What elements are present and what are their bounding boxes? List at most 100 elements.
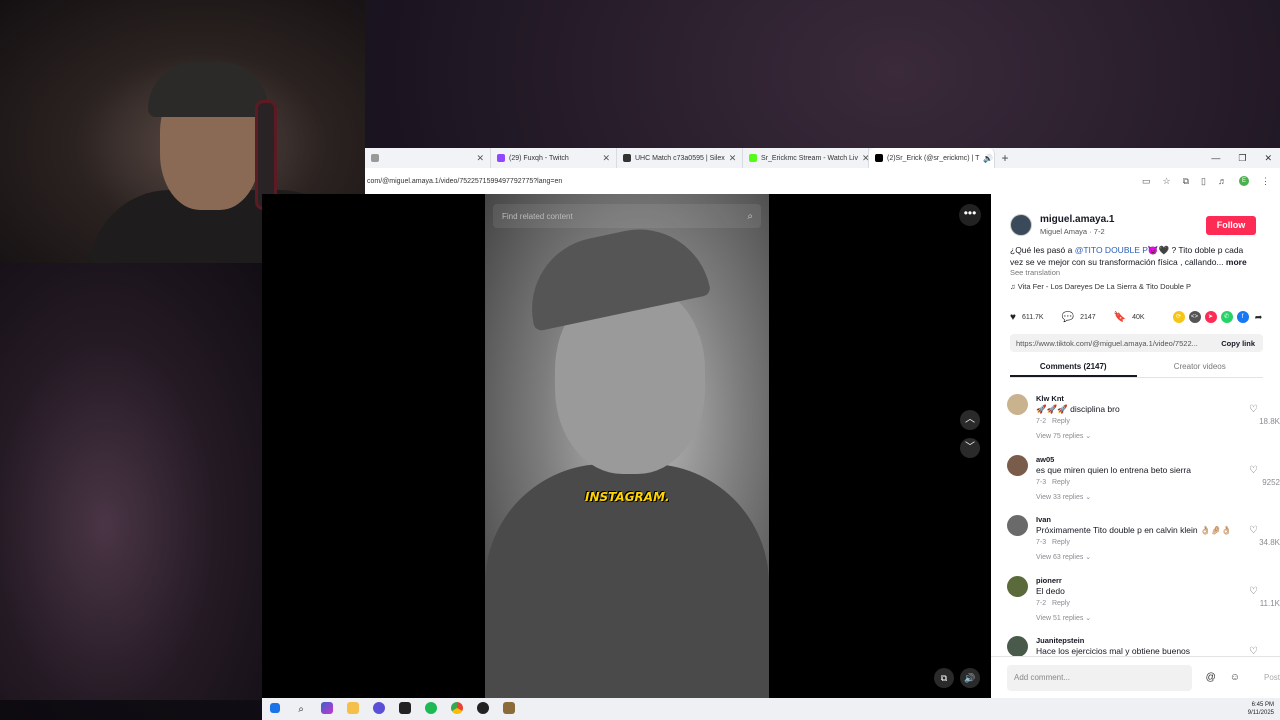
search-icon[interactable]: ⌕ [747, 211, 753, 222]
comment-like-count: 11.1K [1259, 599, 1280, 608]
reply-button[interactable]: Reply [1052, 600, 1070, 607]
comment-meta: 7-2 Reply [1036, 418, 1070, 425]
reply-button[interactable]: Reply [1052, 479, 1070, 486]
author-avatar[interactable] [1010, 214, 1032, 236]
close-tab-icon[interactable]: ✕ [602, 153, 610, 164]
close-tab-icon[interactable]: ✕ [729, 153, 737, 164]
whatsapp-icon[interactable]: ✆ [1220, 311, 1233, 323]
post-link-box: https://www.tiktok.com/@miguel.amaya.1/v… [1010, 334, 1263, 352]
related-search-box[interactable]: Find related content ⌕ [493, 204, 761, 228]
browser-tab[interactable]: UHC Match c73a0595 | Silex ✕ [617, 148, 743, 168]
video-caption: INSTAGRAM. [585, 490, 670, 504]
video-player[interactable]: Find related content ⌕ INSTAGRAM. ••• ︿ … [262, 194, 991, 698]
comment-date: 7-2 [1036, 600, 1047, 607]
comment-like-icon[interactable]: ♡ [1249, 586, 1258, 597]
bookmark-icon[interactable]: 🔖 [1114, 312, 1126, 323]
close-window-icon[interactable]: ✕ [1264, 153, 1272, 164]
more-options-icon[interactable]: ••• [959, 204, 981, 226]
see-translation-link[interactable]: See translation [1010, 268, 1060, 277]
volume-icon[interactable]: 🔊 [960, 668, 980, 688]
windows-start-icon[interactable] [262, 702, 288, 716]
embed-icon[interactable]: <> [1188, 311, 1201, 323]
facebook-icon[interactable]: f [1236, 311, 1249, 323]
share-icons: ⟳ <> ➤ ✆ f ➦ [1172, 311, 1265, 323]
comments-list[interactable]: Klw Knt 🚀🚀🚀 disciplina bro 7-2 Reply Vie… [991, 386, 1280, 656]
emoji-icon[interactable]: ☺ [1230, 672, 1240, 683]
view-replies-link[interactable]: View 51 replies ⌄ [1036, 614, 1091, 622]
url-text[interactable]: com/@miguel.amaya.1/video/75225715994977… [367, 178, 562, 185]
extensions-icon[interactable]: ⧉ [1183, 176, 1189, 187]
follow-button[interactable]: Follow [1206, 216, 1256, 235]
comment-like-icon[interactable]: ♡ [1249, 646, 1258, 656]
comment-date: 7-2 [1036, 418, 1047, 425]
browser-tab[interactable]: (29) Fuxqh - Twitch ✕ [491, 148, 617, 168]
audio-playing-icon[interactable]: 🔊 [983, 154, 993, 163]
search-placeholder: Find related content [502, 211, 573, 221]
video-frame[interactable]: Find related content ⌕ INSTAGRAM. [485, 194, 769, 698]
commenter-avatar[interactable] [1007, 394, 1028, 415]
repost-icon[interactable]: ⟳ [1172, 311, 1185, 323]
mention-icon[interactable]: @ [1206, 672, 1216, 683]
commenter-avatar[interactable] [1007, 515, 1028, 536]
commenter-avatar[interactable] [1007, 455, 1028, 476]
reply-button[interactable]: Reply [1052, 539, 1070, 546]
terminal-icon[interactable] [392, 701, 418, 717]
new-tab-button[interactable]: + [995, 151, 1015, 165]
view-replies-link[interactable]: View 33 replies ⌄ [1036, 493, 1091, 501]
comment-username[interactable]: Ivan [1036, 515, 1051, 524]
restore-icon[interactable]: ❐ [1238, 153, 1246, 164]
comment-like-count: 9252 [1262, 478, 1280, 487]
heart-icon[interactable]: ♥ [1010, 312, 1016, 323]
comment-like-icon[interactable]: ♡ [1249, 404, 1258, 415]
author-username[interactable]: miguel.amaya.1 [1040, 214, 1114, 225]
minimize-icon[interactable]: — [1211, 153, 1220, 164]
browser-tab-active[interactable]: (2)Sr_Erick (@sr_erickmc) | T🔊✕ [869, 148, 995, 168]
comment-like-icon[interactable]: ♡ [1249, 465, 1258, 476]
post-comment-button[interactable]: Post [1264, 673, 1280, 682]
tiktok-icon [875, 154, 883, 162]
profile-avatar[interactable]: E [1239, 176, 1249, 186]
next-video-button[interactable]: ﹀ [960, 438, 980, 458]
sidebar-icon[interactable]: ▯ [1201, 176, 1206, 187]
copilot-icon[interactable] [314, 701, 340, 717]
edge-icon[interactable] [366, 701, 392, 717]
close-tab-icon[interactable]: ✕ [476, 153, 484, 164]
commenter-avatar[interactable] [1007, 576, 1028, 597]
close-tab-icon[interactable]: ✕ [862, 153, 868, 164]
cast-icon[interactable]: ▭ [1142, 176, 1151, 187]
comment-username[interactable]: Juanitepstein [1036, 636, 1084, 645]
taskbar-clock[interactable]: 6:45 PM 9/11/2025 [1248, 701, 1280, 717]
spotify-icon[interactable] [418, 701, 444, 717]
floating-player-icon[interactable]: ⧉ [934, 668, 954, 688]
view-replies-link[interactable]: View 63 replies ⌄ [1036, 553, 1091, 561]
menu-kebab-icon[interactable]: ⋮ [1261, 176, 1270, 187]
tab-label: (2)Sr_Erick (@sr_erickmc) | T [887, 154, 980, 162]
comment-username[interactable]: aw05 [1036, 455, 1054, 464]
search-icon[interactable]: ⌕ [288, 704, 314, 715]
browser-tab[interactable]: Sr_Erickmc Stream - Watch Liv ✕ [743, 148, 869, 168]
comment-like-icon[interactable]: ♡ [1249, 525, 1258, 536]
file-explorer-icon[interactable] [340, 701, 366, 717]
browser-tab[interactable]: ✕ [365, 148, 491, 168]
tab-comments[interactable]: Comments (2147) [1010, 356, 1137, 377]
tab-creator-videos[interactable]: Creator videos [1137, 356, 1264, 377]
reply-button[interactable]: Reply [1052, 418, 1070, 425]
more-link[interactable]: more [1226, 257, 1247, 267]
music-link[interactable]: ♫ Vita Fer - Los Dareyes De La Sierra & … [1010, 282, 1191, 291]
bookmark-star-icon[interactable]: ☆ [1163, 176, 1171, 187]
view-replies-link[interactable]: View 75 replies ⌄ [1036, 432, 1091, 440]
media-icon[interactable]: ♬ [1218, 176, 1227, 186]
minecraft-icon[interactable] [496, 701, 522, 717]
obs-icon[interactable] [470, 701, 496, 717]
comment-icon[interactable]: 💬 [1062, 312, 1074, 323]
copy-link-button[interactable]: Copy link [1221, 339, 1263, 348]
comment-username[interactable]: pionerr [1036, 576, 1062, 585]
send-icon[interactable]: ➤ [1204, 311, 1217, 323]
share-arrow-icon[interactable]: ➦ [1252, 311, 1265, 323]
comment-username[interactable]: Klw Knt [1036, 394, 1064, 403]
previous-video-button[interactable]: ︿ [960, 410, 980, 430]
mention-link[interactable]: @TITO DOUBLE P [1075, 245, 1148, 255]
add-comment-input[interactable]: Add comment... [1007, 664, 1192, 691]
chrome-icon[interactable] [444, 701, 470, 717]
commenter-avatar[interactable] [1007, 636, 1028, 656]
